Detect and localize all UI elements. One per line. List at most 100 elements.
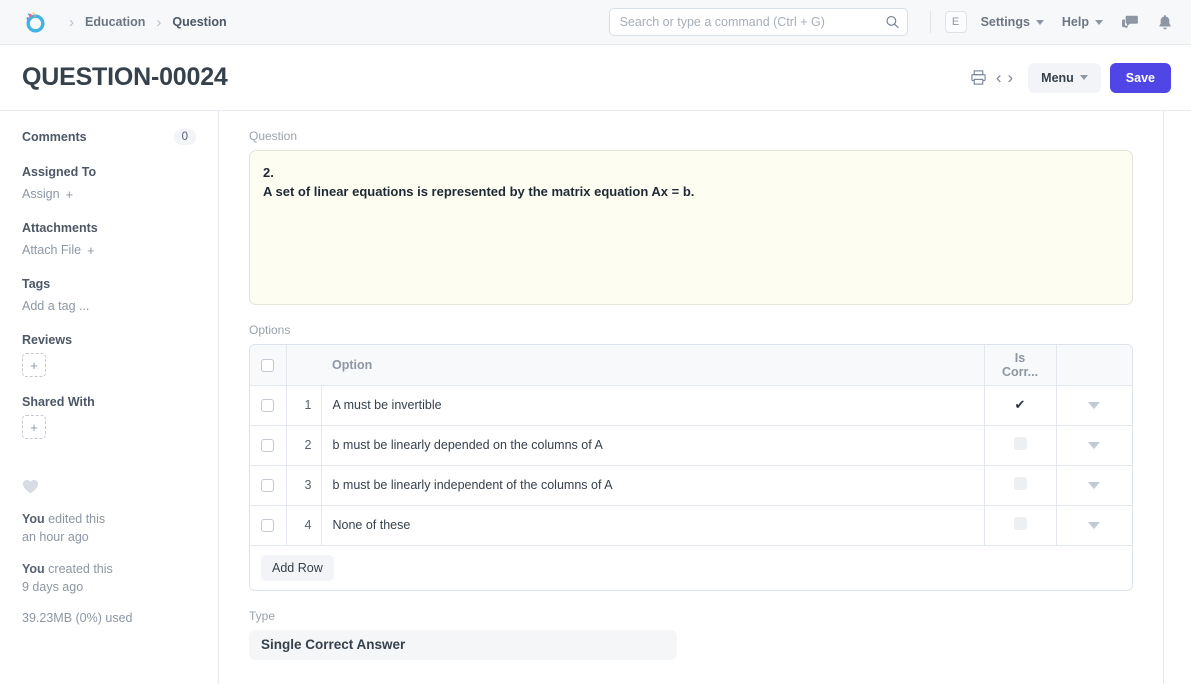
sidebar-item-comments[interactable]: Comments 0	[22, 129, 196, 145]
breadcrumb-question[interactable]: Question	[172, 15, 226, 29]
bell-icon[interactable]	[1157, 14, 1173, 31]
select-all-header	[250, 345, 286, 385]
row-checkbox[interactable]	[261, 519, 274, 532]
page-header: QUESTION-00024 ‹ › Menu Save	[0, 45, 1191, 110]
table-row[interactable]: 3 b must be linearly independent of the …	[250, 465, 1132, 505]
row-expand-cell[interactable]	[1056, 465, 1132, 505]
assign-label: Assign	[22, 187, 60, 201]
table-row[interactable]: 2 b must be linearly depended on the col…	[250, 425, 1132, 465]
row-index: 2	[286, 425, 321, 465]
chevron-down-icon	[1095, 20, 1103, 25]
navbar-divider	[930, 11, 931, 33]
breadcrumb: › Education › Question	[58, 15, 227, 30]
page-actions: ‹ › Menu Save	[970, 63, 1171, 93]
form-sidebar: Comments 0 Assigned To Assign + Attachme…	[0, 111, 219, 684]
row-expand-cell[interactable]	[1056, 505, 1132, 545]
edited-time: an hour ago	[22, 530, 89, 544]
row-option-text[interactable]: None of these	[321, 505, 984, 545]
unchecked-box-icon	[1014, 517, 1027, 530]
row-option-text[interactable]: A must be invertible	[321, 385, 984, 425]
row-option-text[interactable]: b must be linearly depended on the colum…	[321, 425, 984, 465]
avatar[interactable]: E	[945, 11, 967, 33]
heart-icon[interactable]	[22, 479, 196, 494]
settings-menu[interactable]: Settings	[981, 15, 1044, 29]
question-line-1: 2.	[263, 164, 1119, 183]
select-all-checkbox[interactable]	[261, 359, 274, 372]
option-column-header[interactable]: Option	[321, 345, 984, 385]
next-record-button[interactable]: ›	[1004, 69, 1016, 86]
type-value[interactable]: Single Correct Answer	[249, 630, 677, 660]
chevron-down-icon	[1080, 75, 1088, 80]
is-correct-column-header[interactable]: Is Corr...	[984, 345, 1056, 385]
shared-with-label: Shared With	[22, 395, 196, 409]
edited-action: edited this	[45, 512, 105, 526]
row-option-text[interactable]: b must be linearly independent of the co…	[321, 465, 984, 505]
table-row[interactable]: 1 A must be invertible ✔	[250, 385, 1132, 425]
save-button[interactable]: Save	[1110, 63, 1171, 93]
row-is-correct[interactable]: ✔	[984, 385, 1056, 425]
options-field: Options Option Is Corr...	[249, 323, 1133, 591]
breadcrumb-education[interactable]: Education	[85, 15, 145, 29]
add-row-button[interactable]: Add Row	[261, 555, 334, 581]
page-title: QUESTION-00024	[22, 63, 228, 92]
sidebar-section-shared-with: Shared With +	[22, 395, 196, 439]
question-field: Question 2. A set of linear equations is…	[249, 129, 1133, 305]
menu-button[interactable]: Menu	[1028, 63, 1101, 93]
question-line-2: A set of linear equations is represented…	[263, 183, 1119, 202]
row-index: 4	[286, 505, 321, 545]
assign-button[interactable]: Assign +	[22, 187, 73, 202]
row-is-correct[interactable]	[984, 465, 1056, 505]
attachments-label: Attachments	[22, 221, 196, 235]
menu-button-label: Menu	[1041, 71, 1074, 85]
plus-icon: +	[66, 187, 74, 202]
row-is-correct[interactable]	[984, 425, 1056, 465]
form-main: Question 2. A set of linear equations is…	[219, 111, 1164, 684]
comments-label: Comments	[22, 130, 87, 144]
previous-record-button[interactable]: ‹	[993, 69, 1005, 86]
row-expand-cell[interactable]	[1056, 385, 1132, 425]
row-select-cell	[250, 385, 286, 425]
chat-bubbles-icon[interactable]	[1121, 14, 1139, 30]
printer-icon[interactable]	[970, 69, 987, 86]
row-select-cell	[250, 465, 286, 505]
chevron-down-icon[interactable]	[1088, 522, 1100, 529]
plus-icon: +	[87, 243, 95, 258]
help-label: Help	[1062, 15, 1089, 29]
row-index: 3	[286, 465, 321, 505]
record-navigation: ‹ ›	[993, 69, 1016, 86]
type-field: Type Single Correct Answer	[249, 609, 1133, 660]
assigned-to-label: Assigned To	[22, 165, 196, 179]
frappe-logo-icon[interactable]	[22, 9, 48, 35]
chevron-down-icon[interactable]	[1088, 482, 1100, 489]
created-time: 9 days ago	[22, 580, 83, 594]
row-expand-cell[interactable]	[1056, 425, 1132, 465]
chevron-down-icon[interactable]	[1088, 402, 1100, 409]
unchecked-box-icon	[1014, 437, 1027, 450]
created-by: You	[22, 562, 45, 576]
add-tag-input[interactable]: Add a tag ...	[22, 299, 89, 313]
row-checkbox[interactable]	[261, 479, 274, 492]
add-review-button[interactable]: +	[22, 353, 46, 377]
question-editor[interactable]: 2. A set of linear equations is represen…	[249, 150, 1133, 305]
attach-file-button[interactable]: Attach File +	[22, 243, 95, 258]
help-menu[interactable]: Help	[1062, 15, 1103, 29]
search-container	[609, 8, 908, 36]
row-is-correct[interactable]	[984, 505, 1056, 545]
created-meta: You created this 9 days ago	[22, 560, 196, 596]
question-label: Question	[249, 129, 1133, 143]
type-label: Type	[249, 609, 1133, 623]
options-grid: Option Is Corr... 1 A must be invertible	[249, 344, 1133, 591]
edited-by: You	[22, 512, 45, 526]
search-input[interactable]	[609, 8, 908, 36]
chevron-down-icon[interactable]	[1088, 442, 1100, 449]
options-table: Option Is Corr... 1 A must be invertible	[250, 345, 1132, 546]
navbar-right-group: E Settings Help	[609, 8, 1173, 36]
search-icon[interactable]	[885, 15, 900, 30]
row-checkbox[interactable]	[261, 399, 274, 412]
row-checkbox[interactable]	[261, 439, 274, 452]
add-share-button[interactable]: +	[22, 415, 46, 439]
unchecked-box-icon	[1014, 477, 1027, 490]
tags-label: Tags	[22, 277, 196, 291]
table-row[interactable]: 4 None of these	[250, 505, 1132, 545]
chevron-down-icon	[1036, 20, 1044, 25]
